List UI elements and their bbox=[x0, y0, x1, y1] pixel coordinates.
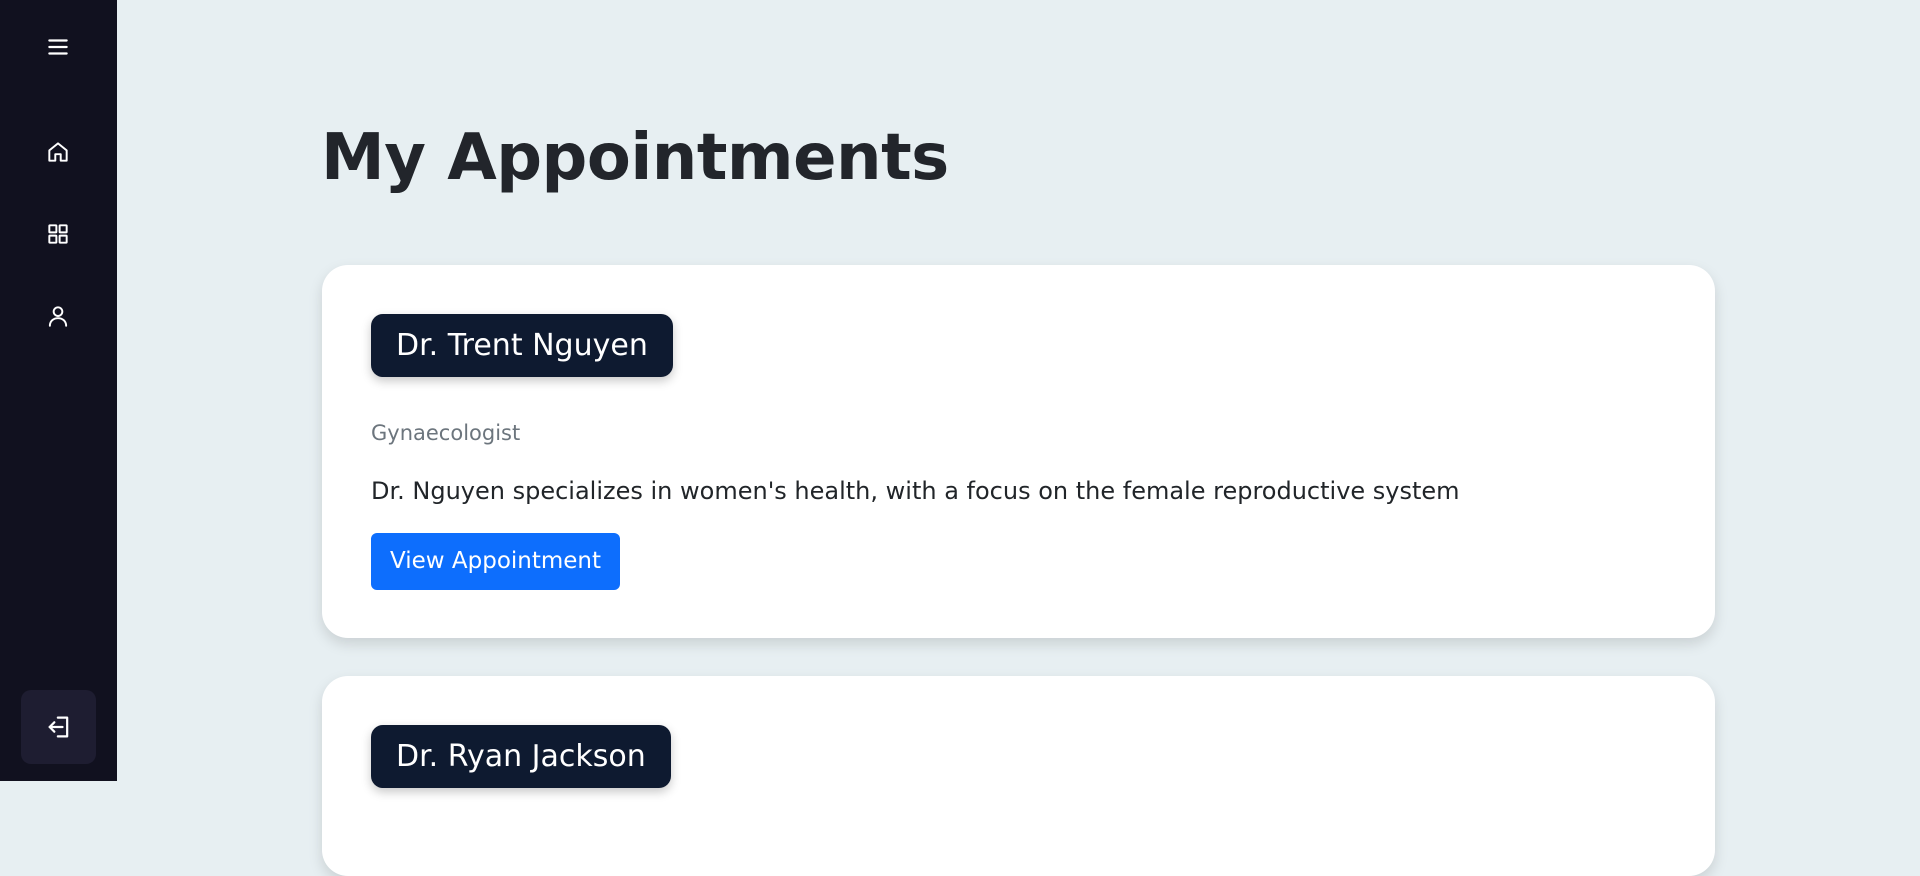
menu-icon bbox=[48, 39, 68, 55]
appointment-card: Dr. Trent Nguyen Gynaecologist Dr. Nguye… bbox=[322, 265, 1715, 638]
user-icon bbox=[48, 306, 68, 327]
home-nav-button[interactable] bbox=[39, 133, 77, 171]
profile-nav-button[interactable] bbox=[39, 297, 77, 335]
doctor-specialty: Gynaecologist bbox=[371, 421, 521, 445]
grid-icon bbox=[48, 224, 68, 244]
home-icon bbox=[48, 142, 68, 162]
page-title: My Appointments bbox=[321, 121, 949, 195]
doctor-name-badge: Dr. Trent Nguyen bbox=[371, 314, 673, 377]
doctor-name-badge: Dr. Ryan Jackson bbox=[371, 725, 671, 788]
logout-icon bbox=[48, 716, 68, 738]
doctor-description: Dr. Nguyen specializes in women's health… bbox=[371, 477, 1460, 505]
dashboard-nav-button[interactable] bbox=[39, 215, 77, 253]
view-appointment-button[interactable]: View Appointment bbox=[371, 533, 621, 590]
menu-toggle-button[interactable] bbox=[39, 28, 77, 66]
appointment-card: Dr. Ryan Jackson bbox=[322, 676, 1715, 876]
logout-button[interactable] bbox=[21, 690, 96, 764]
sidebar bbox=[0, 0, 117, 781]
